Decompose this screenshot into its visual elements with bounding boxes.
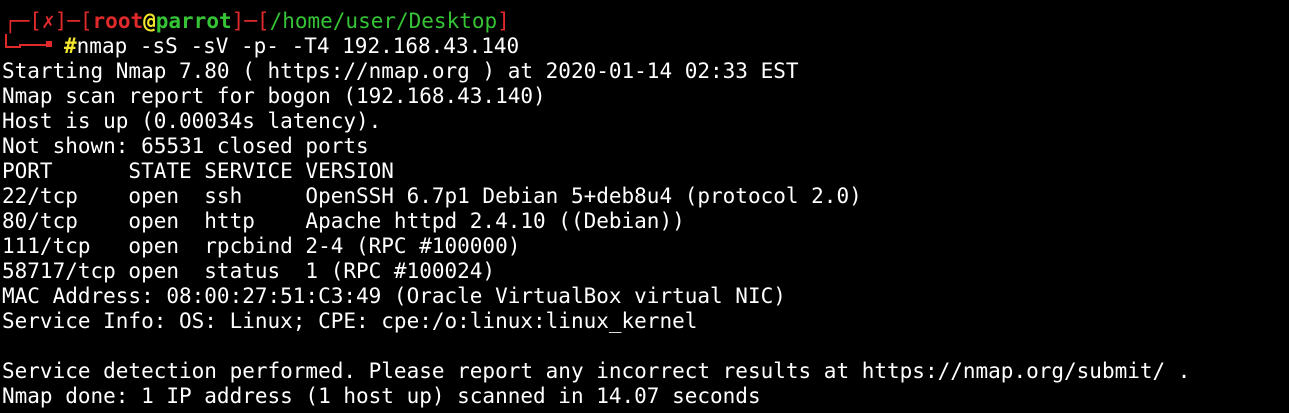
prompt-line: ┌─[✗]─[root@parrot]─[/home/user/Desktop] (0, 9, 1289, 34)
scan-done-line: Nmap done: 1 IP address (1 host up) scan… (2, 384, 761, 408)
command-text: nmap -sS -sV -p- -T4 192.168.43.140 (76, 34, 520, 58)
prompt-separator: ]─[ (54, 9, 93, 33)
detection-note-line: Service detection performed. Please repo… (2, 359, 1191, 383)
prompt-at: @ (143, 9, 156, 33)
prompt-separator-2: ]─[ (231, 9, 270, 33)
terminal-window[interactable]: ┌─[✗]─[root@parrot]─[/home/user/Desktop]… (0, 0, 1289, 413)
port-table-row: 58717/tcp open status 1 (RPC #100024) (2, 259, 496, 283)
port-table-row: 80/tcp open http Apache httpd 2.4.10 ((D… (2, 209, 685, 233)
port-table-row: 22/tcp open ssh OpenSSH 6.7p1 Debian 5+d… (2, 184, 862, 208)
output-line: Not shown: 65531 closed ports (2, 134, 369, 158)
prompt-status: ✗ (41, 9, 55, 33)
service-info-line: Service Info: OS: Linux; CPE: cpe:/o:lin… (2, 309, 698, 333)
port-table-row: 111/tcp open rpcbind 2-4 (RPC #100000) (2, 234, 521, 258)
prompt-user: root (92, 9, 144, 33)
output-line: Host is up (0.00034s latency). (2, 109, 382, 133)
command-line[interactable]: #nmap -sS -sV -p- -T4 192.168.43.140 (0, 34, 1289, 59)
mac-address-line: MAC Address: 08:00:27:51:C3:49 (Oracle V… (2, 284, 786, 308)
prompt-path: /home/user/Desktop (269, 9, 498, 33)
prompt-arrow-head (46, 41, 52, 47)
output-line: Nmap scan report for bogon (192.168.43.1… (2, 84, 546, 108)
prompt-bracket: ┌─[ (4, 9, 42, 33)
prompt-host: parrot (155, 9, 232, 33)
output-line: Starting Nmap 7.80 ( https://nmap.org ) … (2, 59, 799, 83)
prompt-hash: # (64, 34, 77, 58)
port-table-header: PORT STATE SERVICE VERSION (2, 159, 394, 183)
prompt-close-bracket: ] (497, 9, 510, 33)
